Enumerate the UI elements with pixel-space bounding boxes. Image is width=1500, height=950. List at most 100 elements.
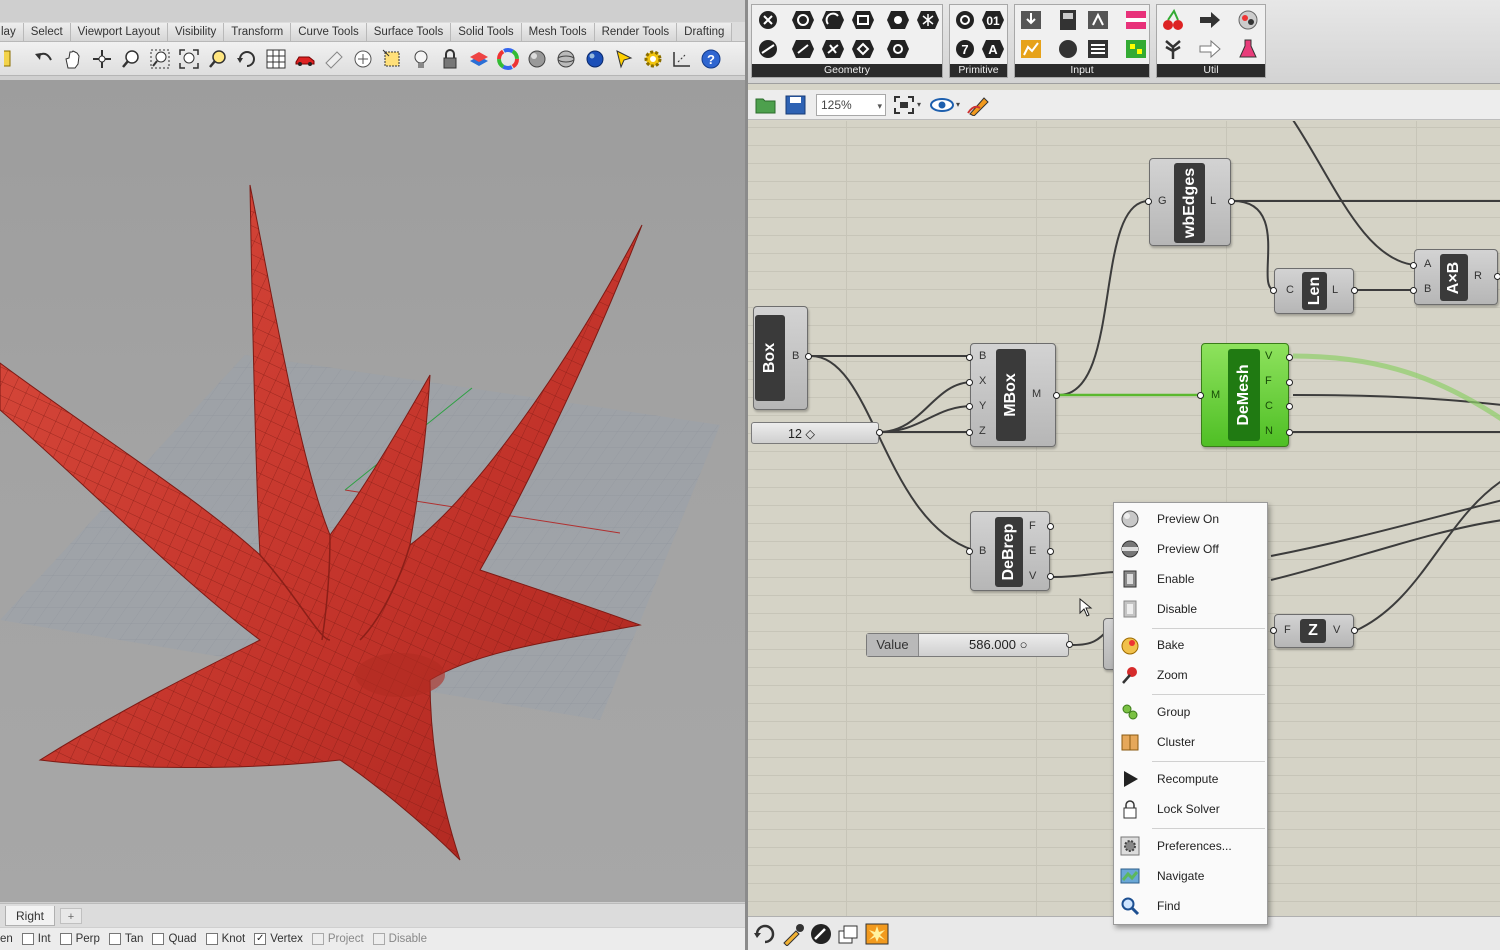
- flask-icon[interactable]: [1235, 37, 1261, 61]
- input-port[interactable]: [1270, 627, 1277, 634]
- tab-drafting[interactable]: Drafting: [677, 23, 733, 41]
- input-port[interactable]: [966, 354, 973, 361]
- input-port[interactable]: [966, 548, 973, 555]
- pan-hand-icon[interactable]: [62, 48, 84, 70]
- save-icon[interactable]: [784, 94, 808, 116]
- menu-item-navigate[interactable]: Navigate: [1114, 864, 1267, 888]
- menu-item-lock-solver[interactable]: Lock Solver: [1114, 797, 1267, 821]
- output-port[interactable]: [1047, 523, 1054, 530]
- circle-param-icon[interactable]: [790, 8, 816, 32]
- text-param-icon[interactable]: A: [980, 37, 1006, 61]
- value-slider[interactable]: Value 586.000 ○: [866, 633, 1073, 657]
- data-input-icon[interactable]: [1055, 8, 1081, 32]
- viewport-grid-icon[interactable]: [265, 48, 287, 70]
- tab-viewport-layout[interactable]: Viewport Layout: [70, 23, 168, 41]
- menu-item-zoom[interactable]: Zoom: [1114, 663, 1267, 687]
- osnap-disable[interactable]: Disable: [372, 933, 427, 945]
- layer-icon[interactable]: [468, 48, 490, 70]
- gear-settings-icon[interactable]: [642, 48, 664, 70]
- tree-icon[interactable]: [1160, 37, 1186, 61]
- boolean-param-icon[interactable]: [952, 8, 978, 32]
- zoom-extents-icon[interactable]: [892, 94, 916, 116]
- mesh-param-icon[interactable]: [915, 8, 941, 32]
- color-wheel-icon[interactable]: [496, 47, 519, 70]
- cherry-icon[interactable]: [1160, 8, 1186, 32]
- zoom-extents-icon[interactable]: [178, 48, 200, 70]
- box-param-icon[interactable]: [850, 8, 876, 32]
- select-icon[interactable]: [352, 48, 374, 70]
- grid-snap-icon[interactable]: [381, 48, 403, 70]
- render-sphere-icon[interactable]: [555, 48, 577, 70]
- dimension-icon[interactable]: [671, 48, 693, 70]
- output-port[interactable]: [1351, 627, 1358, 634]
- tab-curve-tools[interactable]: Curve Tools: [291, 23, 367, 41]
- zoom-selected-icon[interactable]: [207, 48, 229, 70]
- menu-item-recompute[interactable]: Recompute: [1114, 767, 1267, 791]
- rhino-viewport-right[interactable]: [0, 80, 745, 902]
- chevron-down-icon[interactable]: ▾: [956, 100, 960, 109]
- mbox-component[interactable]: B X Y Z MBox M: [966, 343, 1060, 447]
- value-list-icon[interactable]: [1085, 37, 1111, 61]
- output-port[interactable]: [1286, 403, 1293, 410]
- z-component[interactable]: F Z V: [1270, 614, 1358, 648]
- osnap-perp[interactable]: Perp: [59, 933, 100, 945]
- osnap-knot[interactable]: Knot: [205, 933, 245, 945]
- field-param-icon[interactable]: [885, 37, 911, 61]
- cursor-icon[interactable]: [613, 48, 635, 70]
- input-port[interactable]: [966, 403, 973, 410]
- output-port[interactable]: [1047, 573, 1054, 580]
- sketch-icon[interactable]: [808, 922, 834, 946]
- menu-item-bake[interactable]: Bake: [1114, 633, 1267, 657]
- output-port[interactable]: [876, 429, 883, 436]
- bake-burst-icon[interactable]: [864, 922, 890, 946]
- open-file-icon[interactable]: [754, 94, 778, 116]
- box-component[interactable]: Box B: [753, 306, 812, 410]
- checkbox[interactable]: [311, 933, 324, 945]
- geometry-param-icon[interactable]: [755, 8, 781, 32]
- import-icon[interactable]: [1018, 8, 1044, 32]
- zoom-icon[interactable]: [120, 48, 142, 70]
- checkbox[interactable]: [152, 933, 165, 945]
- zoom-select[interactable]: 125% ▾: [816, 93, 886, 116]
- layers-icon[interactable]: [836, 922, 862, 946]
- osnap-quad[interactable]: Quad: [152, 933, 197, 945]
- light-bulb-icon[interactable]: [410, 48, 432, 70]
- zoom-window-icon[interactable]: [149, 48, 171, 70]
- input-port[interactable]: [966, 379, 973, 386]
- osnap-tan[interactable]: Tan: [108, 933, 143, 945]
- input-port[interactable]: [1270, 287, 1277, 294]
- car-icon[interactable]: [294, 48, 316, 70]
- tab-select[interactable]: Select: [23, 23, 71, 41]
- cluster-mix-icon[interactable]: [1235, 8, 1261, 32]
- output-port[interactable]: [1228, 198, 1235, 205]
- output-port[interactable]: [1286, 429, 1293, 436]
- multiplication-component[interactable]: A B A×B R: [1410, 249, 1500, 305]
- checkbox[interactable]: [108, 933, 121, 945]
- number-slider-12[interactable]: 12 ◇: [751, 422, 883, 444]
- osnap-end[interactable]: en: [0, 933, 13, 945]
- length-component[interactable]: C Len L: [1270, 268, 1358, 314]
- input-port[interactable]: [1410, 262, 1417, 269]
- tab-mesh-tools[interactable]: Mesh Tools: [521, 23, 595, 41]
- menu-item-enable[interactable]: Enable: [1114, 567, 1267, 591]
- output-port[interactable]: [1286, 354, 1293, 361]
- gallery-icon[interactable]: [1123, 37, 1149, 61]
- shade-icon[interactable]: [526, 48, 548, 70]
- tab-transform[interactable]: Transform: [224, 23, 292, 41]
- input-port[interactable]: [966, 429, 973, 436]
- pipette-icon[interactable]: [780, 922, 806, 946]
- checkbox[interactable]: [21, 933, 34, 945]
- input-port[interactable]: [1410, 287, 1417, 294]
- tab-visibility[interactable]: Visibility: [167, 23, 225, 41]
- menu-item-group[interactable]: Group: [1114, 700, 1267, 724]
- output-port[interactable]: [1066, 641, 1073, 648]
- output-port[interactable]: [1047, 548, 1054, 555]
- add-viewport-tab-button[interactable]: +: [60, 908, 82, 924]
- curve-param-icon[interactable]: [755, 37, 781, 61]
- help-icon[interactable]: ?: [700, 48, 722, 70]
- line-param-icon[interactable]: [790, 37, 816, 61]
- surface-param-icon[interactable]: [850, 37, 876, 61]
- menu-item-preview-on[interactable]: Preview On: [1114, 507, 1267, 531]
- menu-item-preview-off[interactable]: Preview Off: [1114, 537, 1267, 561]
- menu-item-disable[interactable]: Disable: [1114, 597, 1267, 621]
